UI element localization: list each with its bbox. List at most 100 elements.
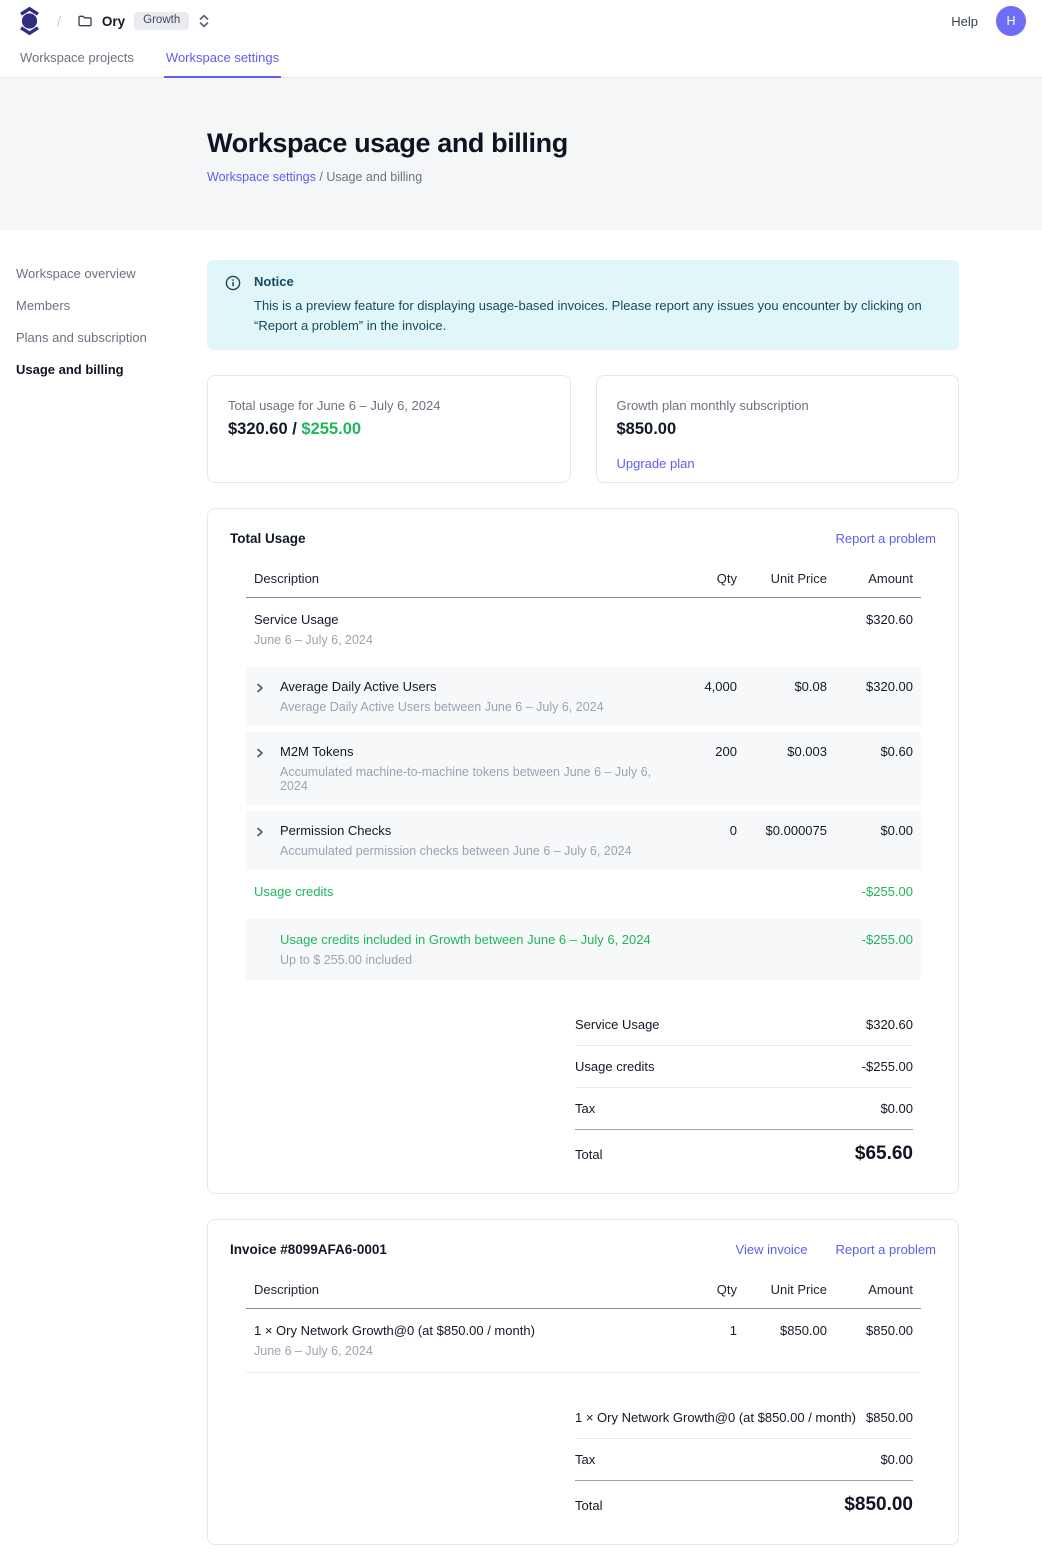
sidebar-item-members[interactable]: Members	[16, 292, 207, 319]
row-title: Usage credits included in Growth between…	[280, 932, 665, 947]
row-unit-price: $0.000075	[737, 823, 827, 838]
invoice-panel: Invoice #8099AFA6-0001 View invoice Repo…	[207, 1219, 959, 1545]
summary-row-tax: Tax $0.00	[575, 1088, 913, 1130]
row-amount: $320.00	[827, 679, 913, 694]
row-subtitle: Accumulated machine-to-machine tokens be…	[280, 765, 665, 793]
row-unit-price: $0.08	[737, 679, 827, 694]
summary-value: $850.00	[866, 1410, 913, 1425]
tab-workspace-settings[interactable]: Workspace settings	[164, 42, 281, 78]
column-unit-price: Unit Price	[737, 1282, 827, 1297]
page-title: Workspace usage and billing	[207, 128, 1042, 159]
summary-row-usage-credits: Usage credits -$255.00	[575, 1046, 913, 1088]
row-amount: $0.60	[827, 744, 913, 759]
column-amount: Amount	[827, 571, 913, 586]
summary-value: $320.60	[866, 1017, 913, 1032]
total-usage-card: Total usage for June 6 – July 6, 2024 $3…	[207, 375, 571, 483]
invoice-table-header: Description Qty Unit Price Amount	[246, 1273, 921, 1309]
column-description: Description	[254, 571, 665, 586]
row-qty: 0	[665, 823, 737, 838]
row-title: Service Usage	[254, 612, 665, 627]
chevron-right-icon[interactable]	[254, 744, 280, 762]
column-description: Description	[254, 1282, 665, 1297]
column-unit-price: Unit Price	[737, 571, 827, 586]
summary-row-tax: Tax $0.00	[575, 1439, 913, 1481]
sidebar-item-plans-and-subscription[interactable]: Plans and subscription	[16, 324, 207, 351]
row-subtitle: Up to $ 255.00 included	[280, 953, 665, 967]
table-row-usage-credits-detail: Usage credits included in Growth between…	[246, 919, 921, 980]
total-usage-label: Total usage for June 6 – July 6, 2024	[228, 398, 550, 413]
upgrade-plan-link[interactable]: Upgrade plan	[617, 456, 695, 471]
breadcrumb-parent-link[interactable]: Workspace settings	[207, 170, 316, 184]
row-amount: -$255.00	[827, 884, 913, 899]
summary-row-growth-line: 1 × Ory Network Growth@0 (at $850.00 / m…	[575, 1397, 913, 1439]
total-usage-value: $320.60 / $255.00	[228, 420, 550, 439]
chevron-right-icon[interactable]	[254, 823, 280, 841]
summary-value: -$255.00	[862, 1059, 913, 1074]
summary-label: 1 × Ory Network Growth@0 (at $850.00 / m…	[575, 1410, 856, 1425]
usage-panel-title: Total Usage	[230, 531, 306, 546]
row-unit-price: $850.00	[737, 1323, 827, 1338]
ory-logo-icon	[16, 6, 43, 36]
total-label: Total	[575, 1147, 602, 1162]
ory-logo[interactable]	[16, 6, 43, 36]
row-amount: $320.60	[827, 612, 913, 627]
credit-amount: $255.00	[301, 420, 361, 438]
row-qty: 200	[665, 744, 737, 759]
tab-workspace-projects[interactable]: Workspace projects	[18, 42, 136, 77]
row-qty: 1	[665, 1323, 737, 1338]
view-invoice-link[interactable]: View invoice	[736, 1242, 808, 1257]
row-qty: 4,000	[665, 679, 737, 694]
folder-icon	[77, 13, 93, 29]
page-header: Workspace usage and billing Workspace se…	[0, 78, 1042, 230]
column-amount: Amount	[827, 1282, 913, 1297]
sidebar-item-usage-and-billing[interactable]: Usage and billing	[16, 356, 207, 383]
workspace-name: Ory	[102, 14, 125, 29]
plan-badge: Growth	[134, 12, 189, 30]
sidebar-item-workspace-overview[interactable]: Workspace overview	[16, 260, 207, 287]
summary-row-service-usage: Service Usage $320.60	[575, 1004, 913, 1046]
row-amount: -$255.00	[827, 932, 913, 947]
table-row-permission-checks[interactable]: Permission Checks Accumulated permission…	[246, 811, 921, 870]
summary-value: $0.00	[880, 1452, 913, 1467]
total-value: $65.60	[855, 1143, 913, 1165]
row-title: M2M Tokens	[280, 744, 665, 759]
row-subtitle: June 6 – July 6, 2024	[254, 1344, 665, 1358]
top-navbar: / Ory Growth Help H	[0, 0, 1042, 42]
subscription-amount: $850.00	[617, 420, 939, 439]
workspace-switcher[interactable]: Ory Growth	[77, 12, 210, 30]
summary-label: Tax	[575, 1101, 595, 1116]
row-amount: $850.00	[827, 1323, 913, 1338]
main-column: Notice This is a preview feature for dis…	[207, 230, 959, 1545]
amount-separator: /	[288, 420, 302, 438]
breadcrumb-separator: /	[57, 13, 61, 29]
row-title: Average Daily Active Users	[280, 679, 665, 694]
user-avatar[interactable]: H	[996, 6, 1026, 36]
total-value: $850.00	[844, 1494, 913, 1516]
table-row-service-usage: Service Usage June 6 – July 6, 2024 $320…	[246, 598, 921, 661]
invoice-panel-title: Invoice #8099AFA6-0001	[230, 1242, 387, 1257]
row-subtitle: Accumulated permission checks between Ju…	[280, 844, 665, 858]
summary-cards: Total usage for June 6 – July 6, 2024 $3…	[207, 375, 959, 483]
workspace-tabbar: Workspace projects Workspace settings	[0, 42, 1042, 78]
subscription-label: Growth plan monthly subscription	[617, 398, 939, 413]
breadcrumb: Workspace settings / Usage and billing	[207, 170, 1042, 184]
table-row-usage-credits: Usage credits -$255.00	[246, 870, 921, 913]
table-row-invoice-line-item: 1 × Ory Network Growth@0 (at $850.00 / m…	[246, 1309, 921, 1373]
chevron-right-icon[interactable]	[254, 679, 280, 697]
preview-notice: Notice This is a preview feature for dis…	[207, 260, 959, 350]
report-a-problem-link[interactable]: Report a problem	[836, 1242, 936, 1257]
notice-title: Notice	[254, 274, 934, 289]
usage-table-header: Description Qty Unit Price Amount	[246, 562, 921, 598]
summary-label: Usage credits	[575, 1059, 654, 1074]
invoice-table: Description Qty Unit Price Amount 1 × Or…	[246, 1273, 921, 1373]
table-row-m2m-tokens[interactable]: M2M Tokens Accumulated machine-to-machin…	[246, 732, 921, 805]
settings-sidebar: Workspace overview Members Plans and sub…	[16, 230, 207, 1545]
summary-label: Service Usage	[575, 1017, 660, 1032]
usage-table: Description Qty Unit Price Amount Servic…	[246, 562, 921, 980]
help-link[interactable]: Help	[951, 14, 978, 29]
invoice-summary: 1 × Ory Network Growth@0 (at $850.00 / m…	[575, 1397, 913, 1518]
table-row-average-daily-active-users[interactable]: Average Daily Active Users Average Daily…	[246, 667, 921, 726]
report-a-problem-link[interactable]: Report a problem	[836, 531, 936, 546]
breadcrumb-current: Usage and billing	[326, 170, 422, 184]
breadcrumb-separator: /	[319, 170, 322, 184]
